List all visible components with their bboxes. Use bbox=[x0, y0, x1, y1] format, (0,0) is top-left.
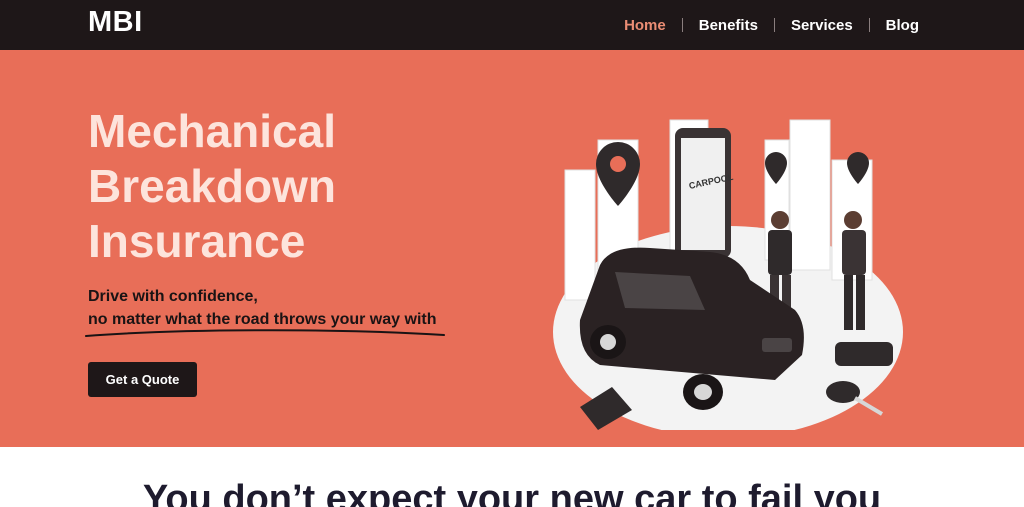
nav-divider bbox=[773, 18, 775, 32]
nav-divider bbox=[681, 18, 683, 32]
hero-title-line: Breakdown bbox=[88, 160, 336, 212]
nav-divider bbox=[868, 18, 870, 32]
main-nav: Home Benefits Services Blog bbox=[624, 0, 919, 50]
navbar: MBI Home Benefits Services Blog bbox=[0, 0, 1024, 50]
carpool-illustration: CARPOOL bbox=[553, 119, 903, 430]
hero-title-line: Insurance bbox=[88, 215, 306, 267]
hero-section: Mechanical Breakdown Insurance Drive wit… bbox=[0, 50, 1024, 447]
hero-subtitle-line-1: Drive with confidence, bbox=[88, 288, 258, 305]
site-logo[interactable]: MBI bbox=[88, 6, 143, 39]
nav-link-services[interactable]: Services bbox=[791, 17, 853, 34]
hero-title: Mechanical Breakdown Insurance bbox=[88, 104, 408, 269]
nav-link-blog[interactable]: Blog bbox=[886, 17, 919, 34]
hero-title-line: Mechanical bbox=[88, 105, 336, 157]
subtitle-underline-stroke bbox=[85, 329, 445, 337]
get-a-quote-button[interactable]: Get a Quote bbox=[88, 362, 197, 397]
nav-link-home[interactable]: Home bbox=[624, 17, 666, 34]
nav-link-benefits[interactable]: Benefits bbox=[699, 17, 758, 34]
section-heading: You don’t expect your new car to fail yo… bbox=[142, 478, 882, 507]
